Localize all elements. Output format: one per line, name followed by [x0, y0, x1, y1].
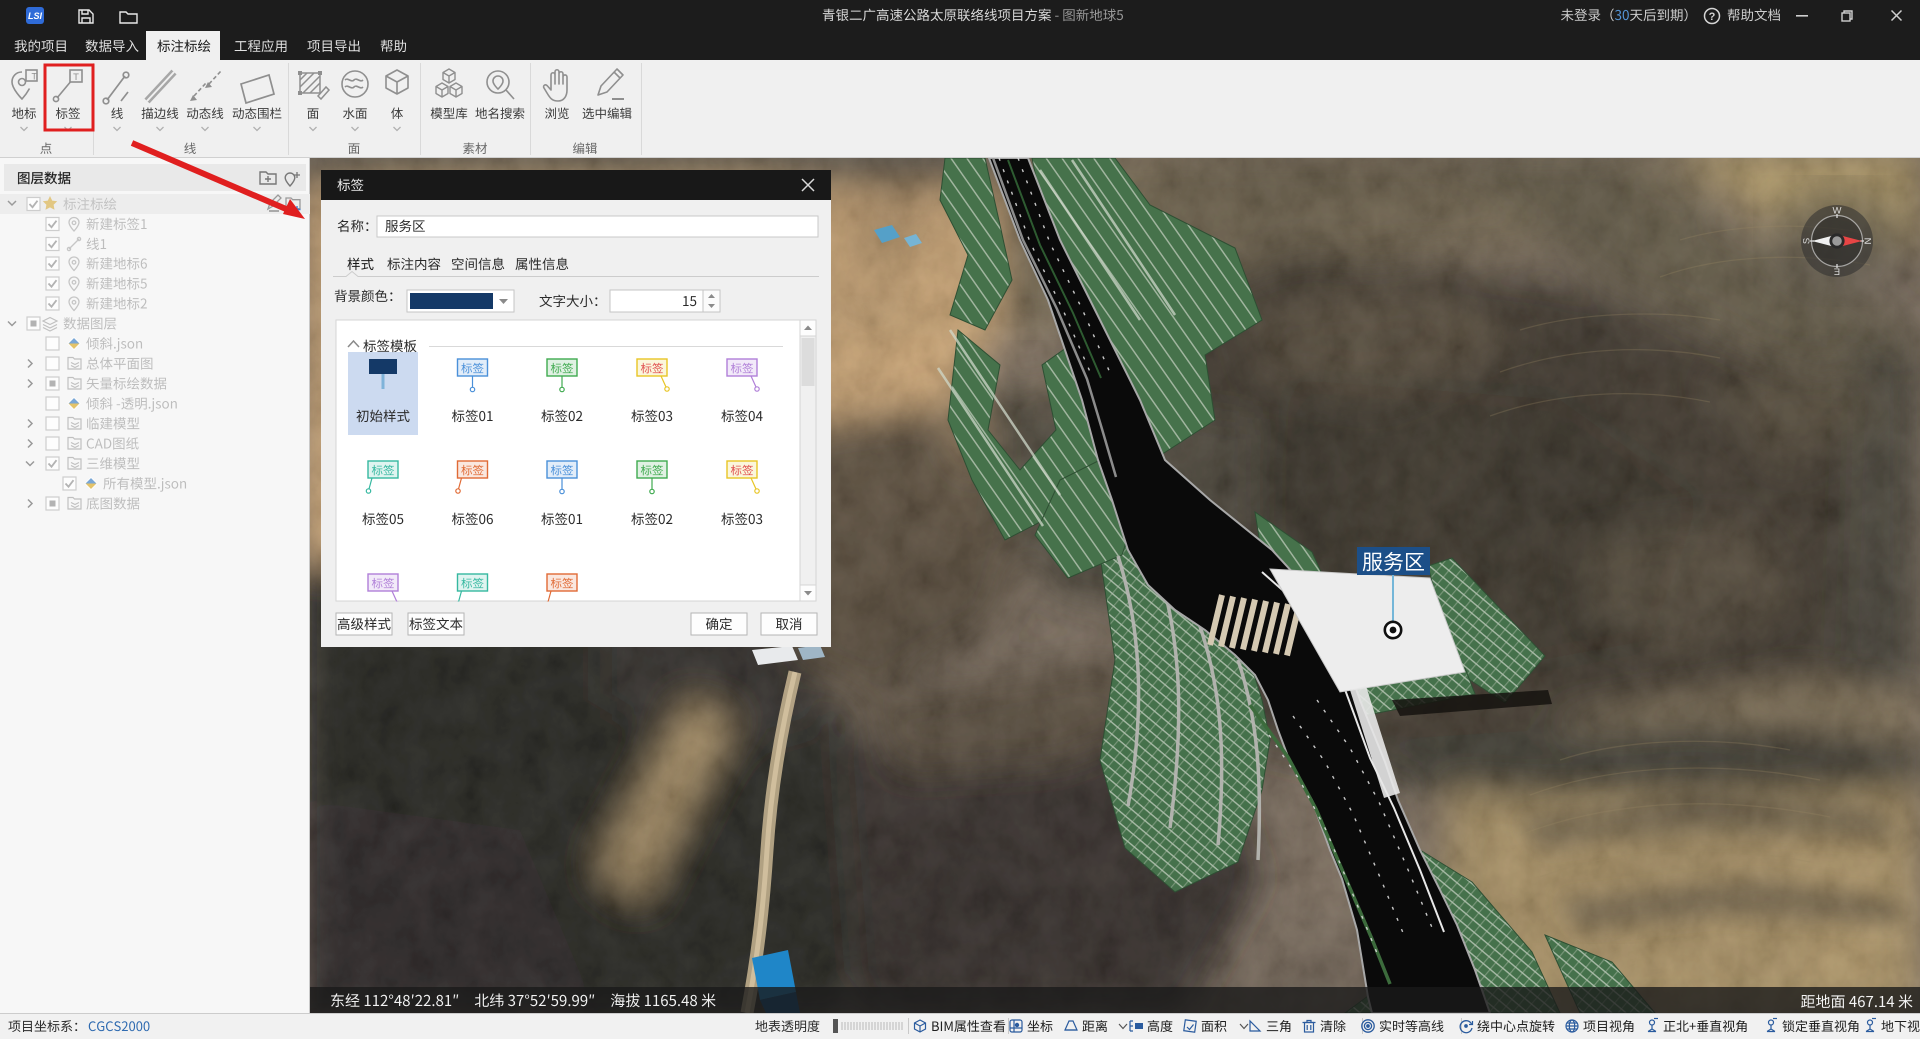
- svg-text:E: E: [1834, 265, 1840, 276]
- svg-text:N: N: [1861, 238, 1872, 245]
- svg-text:W: W: [1833, 206, 1842, 217]
- svg-text:LSI: LSI: [28, 11, 43, 21]
- svg-text:T: T: [32, 72, 38, 82]
- svg-text:T: T: [73, 72, 79, 83]
- svg-text:S: S: [1802, 238, 1813, 244]
- svg-text:?: ?: [1709, 11, 1716, 23]
